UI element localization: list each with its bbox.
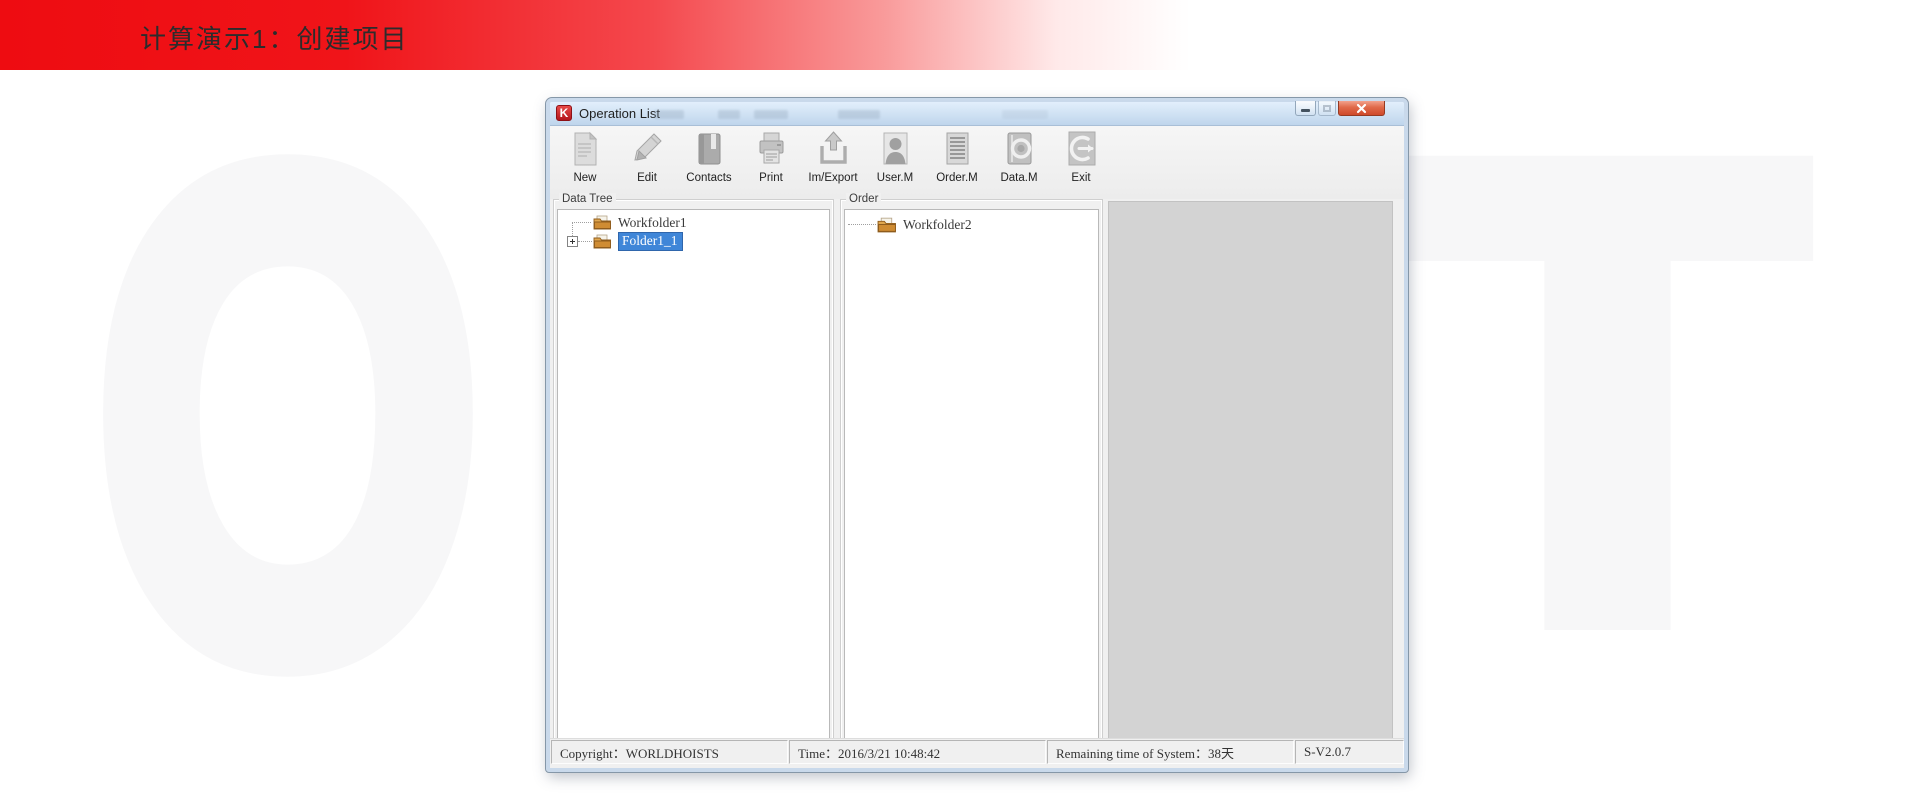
import-export-icon bbox=[815, 129, 852, 172]
ghost-text bbox=[718, 110, 740, 119]
printer-icon bbox=[753, 129, 790, 172]
toolbar-label: Print bbox=[759, 172, 783, 184]
toolbar-label: Order.M bbox=[936, 172, 978, 184]
tree-item-label-selected: Folder1_1 bbox=[618, 232, 683, 251]
toolbar-button-exit[interactable]: Exit bbox=[1050, 129, 1112, 199]
toolbar-button-userm[interactable]: User.M bbox=[864, 129, 926, 199]
minimize-icon bbox=[1301, 109, 1310, 112]
toolbar-label: Edit bbox=[637, 172, 657, 184]
toolbar-label: User.M bbox=[877, 172, 913, 184]
status-copyright: Copyright：WORLDHOISTS bbox=[551, 740, 788, 764]
toolbar: New Edit Contacts bbox=[550, 126, 1404, 199]
window-inner: K Operation List bbox=[550, 102, 1404, 768]
maximize-button[interactable] bbox=[1318, 101, 1336, 116]
ghost-text bbox=[654, 110, 684, 119]
folder-icon bbox=[593, 234, 612, 249]
toolbar-button-contacts[interactable]: Contacts bbox=[678, 129, 740, 199]
folder-icon bbox=[593, 215, 612, 230]
close-button[interactable] bbox=[1338, 101, 1385, 116]
window-title: Operation List bbox=[579, 106, 660, 121]
tree-item-folder1-1[interactable]: Folder1_1 bbox=[558, 232, 829, 251]
toolbar-label: Data.M bbox=[1000, 172, 1037, 184]
order-document-icon bbox=[939, 129, 976, 172]
data-tree-group-label: Data Tree bbox=[559, 193, 616, 206]
new-document-icon bbox=[567, 129, 604, 172]
ghost-text bbox=[754, 110, 788, 119]
app-logo-icon: K bbox=[556, 105, 572, 121]
toolbar-button-datam[interactable]: Data.M bbox=[988, 129, 1050, 199]
tree-item-label: Workfolder1 bbox=[618, 215, 687, 231]
status-version: S-V2.0.7 bbox=[1295, 740, 1404, 764]
toolbar-button-edit[interactable]: Edit bbox=[616, 129, 678, 199]
order-groupbox: Order Workfolder2 bbox=[840, 199, 1103, 746]
toolbar-button-print[interactable]: Print bbox=[740, 129, 802, 199]
slide-title: 计算演示1：创建项目 bbox=[140, 19, 408, 56]
status-remaining-time: Remaining time of System：38天 bbox=[1047, 740, 1294, 764]
app-window: K Operation List bbox=[546, 98, 1408, 772]
exit-icon bbox=[1063, 129, 1100, 172]
minimize-button[interactable] bbox=[1295, 101, 1316, 116]
watermark-letter-o: O bbox=[95, 70, 481, 760]
watermark-letter-t: T bbox=[1412, 72, 1803, 712]
ghost-text bbox=[838, 110, 880, 119]
window-titlebar[interactable]: K Operation List bbox=[550, 102, 1404, 126]
toolbar-label: Exit bbox=[1071, 172, 1090, 184]
tree-item-workfolder2[interactable]: Workfolder2 bbox=[845, 215, 1098, 234]
toolbar-button-orderm[interactable]: Order.M bbox=[926, 129, 988, 199]
data-tree-panel[interactable]: Workfolder1 Folder1_1 bbox=[557, 209, 830, 741]
order-group-label: Order bbox=[846, 193, 881, 206]
maximize-icon bbox=[1323, 105, 1331, 112]
close-icon bbox=[1356, 103, 1367, 114]
ghost-text bbox=[1002, 110, 1048, 119]
window-controls bbox=[1293, 101, 1385, 116]
toolbar-label: Im/Export bbox=[808, 172, 857, 184]
contacts-book-icon bbox=[691, 129, 728, 172]
folder-icon bbox=[877, 217, 897, 233]
status-bar: Copyright：WORLDHOISTS Time：2016/3/21 10:… bbox=[550, 738, 1404, 765]
toolbar-button-imexport[interactable]: Im/Export bbox=[802, 129, 864, 199]
status-time: Time：2016/3/21 10:48:42 bbox=[789, 740, 1046, 764]
toolbar-label: Contacts bbox=[686, 172, 731, 184]
data-safe-icon bbox=[1001, 129, 1038, 172]
tree-item-label: Workfolder2 bbox=[903, 217, 972, 233]
tree-item-workfolder1[interactable]: Workfolder1 bbox=[558, 213, 829, 232]
order-panel[interactable]: Workfolder2 bbox=[844, 209, 1099, 741]
user-icon bbox=[877, 129, 914, 172]
toolbar-label: New bbox=[573, 172, 596, 184]
edit-pencil-icon bbox=[629, 129, 666, 172]
slide-banner: 计算演示1：创建项目 bbox=[0, 0, 1920, 70]
toolbar-button-new[interactable]: New bbox=[554, 129, 616, 199]
detail-placeholder-panel bbox=[1108, 201, 1393, 745]
data-tree-groupbox: Data Tree Workfolder1 bbox=[553, 199, 834, 746]
